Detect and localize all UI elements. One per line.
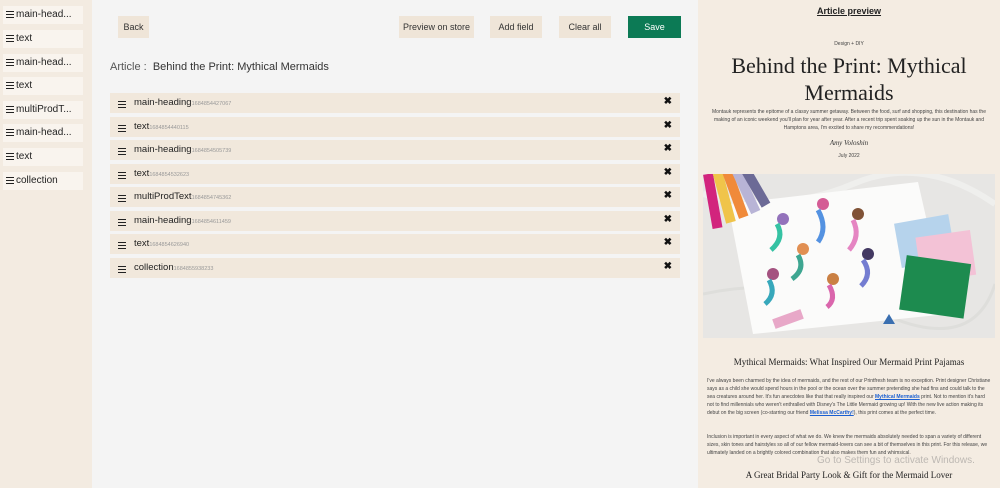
field-name: text	[134, 238, 150, 249]
delete-field-icon[interactable]: ✖	[664, 96, 672, 107]
melissa-mccarthy-link[interactable]: Melissa McCarthy!	[810, 410, 854, 416]
field-id: 1684854427067	[191, 101, 232, 107]
preview-section-heading: A Great Bridal Party Look & Gift for the…	[745, 470, 953, 480]
field-row[interactable]: text1684854532623 ✖	[110, 164, 680, 184]
sidebar: main-head... text main-head... text mult…	[0, 0, 92, 488]
drag-handle-icon	[6, 57, 14, 68]
drag-handle-icon[interactable]	[118, 99, 126, 110]
field-id: 1684854745362	[191, 195, 232, 201]
drag-handle-icon[interactable]	[118, 240, 126, 251]
preview-on-store-button[interactable]: Preview on store	[399, 16, 474, 38]
delete-field-icon[interactable]: ✖	[664, 143, 672, 154]
field-row[interactable]: multiProdText1684854745362 ✖	[110, 187, 680, 207]
delete-field-icon[interactable]: ✖	[664, 167, 672, 178]
sidebar-item-label: main-head...	[16, 57, 72, 68]
sidebar-item-text[interactable]: text	[3, 148, 83, 166]
back-button[interactable]: Back	[118, 16, 149, 38]
delete-field-icon[interactable]: ✖	[664, 261, 672, 272]
field-name: main-heading	[134, 97, 192, 108]
article-preview-panel: Article preview Design + DIY Behind the …	[698, 0, 1000, 488]
drag-handle-icon[interactable]	[118, 264, 126, 275]
field-row[interactable]: collection1684855938233 ✖	[110, 258, 680, 278]
article-title: Article : Behind the Print: Mythical Mer…	[110, 61, 329, 73]
field-row[interactable]: text1684854626940 ✖	[110, 234, 680, 254]
drag-handle-icon	[6, 151, 14, 162]
field-name: main-heading	[134, 215, 192, 226]
article-title-text: Behind the Print: Mythical Mermaids	[152, 61, 329, 73]
field-name: collection	[134, 262, 174, 273]
article-label: Article :	[110, 61, 147, 73]
field-row[interactable]: main-heading1684854611459 ✖	[110, 211, 680, 231]
sidebar-item-label: text	[16, 151, 33, 162]
field-name: text	[134, 121, 150, 132]
sidebar-item-main-heading[interactable]: main-head...	[3, 54, 83, 72]
drag-handle-icon[interactable]	[118, 193, 126, 204]
drag-handle-icon	[6, 80, 14, 91]
preview-subheading: Mythical Mermaids: What Inspired Our Mer…	[733, 357, 965, 367]
sidebar-item-text[interactable]: text	[3, 77, 83, 95]
field-id: 1684854626940	[149, 242, 190, 248]
field-id: 1684854505739	[191, 148, 232, 154]
add-field-button[interactable]: Add field	[490, 16, 542, 38]
drag-handle-icon[interactable]	[118, 217, 126, 228]
field-name: main-heading	[134, 144, 192, 155]
delete-field-icon[interactable]: ✖	[664, 120, 672, 131]
field-name: multiProdText	[134, 191, 192, 202]
sidebar-item-label: main-head...	[16, 127, 72, 138]
sidebar-item-multiprodtext[interactable]: multiProdT...	[3, 101, 83, 119]
drag-handle-icon	[6, 104, 14, 115]
field-row[interactable]: main-heading1684854427067 ✖	[110, 93, 680, 113]
save-button[interactable]: Save	[628, 16, 681, 38]
preview-date: July 2022	[838, 153, 860, 159]
field-id: 1684854611459	[191, 219, 231, 225]
drag-handle-icon	[6, 127, 14, 138]
drag-handle-icon	[6, 175, 14, 186]
sidebar-item-label: multiProdT...	[16, 104, 72, 115]
preview-paragraph-2: Inclusion is important in every aspect o…	[707, 434, 988, 456]
field-name: text	[134, 168, 150, 179]
clear-all-button[interactable]: Clear all	[559, 16, 611, 38]
sidebar-item-collection[interactable]: collection	[3, 172, 83, 190]
mermaid-print-image	[703, 174, 995, 338]
sidebar-item-label: collection	[16, 175, 58, 186]
field-row[interactable]: text1684854440115 ✖	[110, 117, 680, 137]
preview-title: Behind the Print: Mythical Mermaids	[731, 53, 967, 105]
sidebar-item-label: text	[16, 80, 33, 91]
drag-handle-icon	[6, 9, 14, 20]
field-row[interactable]: main-heading1684854505739 ✖	[110, 140, 680, 160]
field-id: 1684854532623	[149, 172, 190, 178]
sidebar-item-label: text	[16, 33, 33, 44]
field-id: 1684854440115	[149, 125, 189, 131]
preview-intro: Montauk represents the epitome of a clas…	[712, 109, 986, 131]
delete-field-icon[interactable]: ✖	[664, 190, 672, 201]
preview-category: Design + DIY	[834, 41, 864, 47]
delete-field-icon[interactable]: ✖	[664, 237, 672, 248]
editor-panel: Back Preview on store Add field Clear al…	[92, 0, 698, 488]
preview-heading[interactable]: Article preview	[698, 6, 1000, 16]
delete-field-icon[interactable]: ✖	[664, 214, 672, 225]
preview-paragraph-1: I've always been charmed by the idea of …	[707, 378, 991, 416]
mythical-mermaids-link[interactable]: Mythical Mermaids	[875, 394, 920, 400]
sidebar-item-label: main-head...	[16, 9, 72, 20]
field-id: 1684855938233	[173, 266, 214, 272]
drag-handle-icon	[6, 33, 14, 44]
drag-handle-icon[interactable]	[118, 123, 126, 134]
preview-author: Amy Voloshin	[829, 139, 869, 147]
sidebar-item-text[interactable]: text	[3, 30, 83, 48]
sidebar-item-main-heading[interactable]: main-head...	[3, 124, 83, 142]
drag-handle-icon[interactable]	[118, 146, 126, 157]
drag-handle-icon[interactable]	[118, 170, 126, 181]
sidebar-item-main-heading[interactable]: main-head...	[3, 6, 83, 24]
